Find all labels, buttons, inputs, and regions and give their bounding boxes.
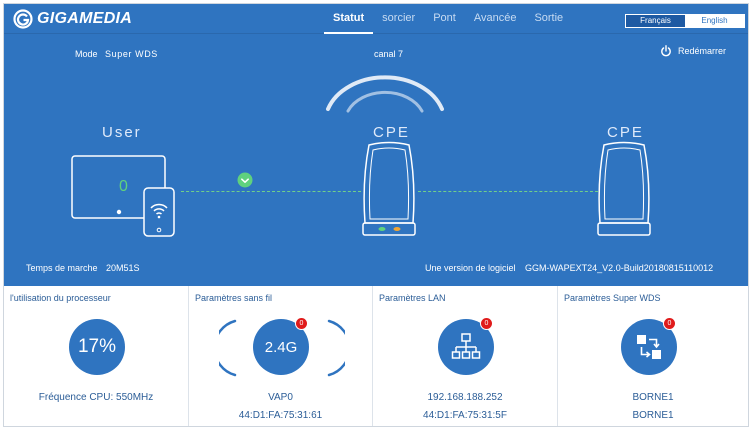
main-nav: Statut sorcier Pont Avancée Sortie [324, 4, 572, 34]
wds-peer-1: BORNE1 [632, 392, 674, 403]
panel-title: Paramètres sans fil [195, 293, 273, 303]
nav-pont[interactable]: Pont [424, 4, 465, 34]
lang-francais-button[interactable]: Français [626, 15, 685, 27]
cpu-usage-value: 17% [77, 336, 117, 357]
panel-title: Paramètres LAN [379, 293, 446, 303]
gigamedia-logo-icon [13, 9, 33, 29]
panel-title: Paramètres Super WDS [564, 293, 661, 303]
cpe-device-icon [362, 141, 416, 236]
nav-avancee[interactable]: Avancée [465, 4, 526, 34]
wds-peer-2: BORNE1 [632, 410, 674, 421]
uptime-value: 20M51S [106, 263, 140, 273]
status-area: Mode Super WDS canal 7 Redémarrer User C… [4, 35, 748, 285]
wireless-panel[interactable]: Paramètres sans fil 2.4G 0 VAP0 44:D1:FA… [189, 286, 373, 426]
mode-value: Super WDS [105, 49, 158, 59]
link-check-icon [237, 172, 253, 188]
cpu-usage-circle: 17% [69, 319, 125, 375]
channel-label: canal 7 [374, 49, 404, 59]
wireless-band: 2.4G [264, 338, 298, 356]
cpu-frequency: Fréquence CPU: 550MHz [38, 392, 154, 403]
wireless-vap: VAP0 [268, 392, 293, 403]
cpe-remote-device-icon [597, 141, 651, 236]
network-icon [451, 333, 481, 359]
signal-waves-icon [326, 75, 444, 113]
logo: GIGAMEDIA [13, 9, 132, 29]
wds-panel[interactable]: Paramètres Super WDS 0 BORNE1 BORNE1 [558, 286, 748, 426]
cpu-panel: l'utilisation du processeur 17% Fréquenc… [4, 286, 189, 426]
wds-badge: 0 [663, 317, 676, 330]
router-status-window: GIGAMEDIA Statut sorcier Pont Avancée So… [3, 3, 749, 427]
cpe-right-label: CPE [607, 124, 644, 141]
nav-statut[interactable]: Statut [324, 4, 374, 34]
info-panels: l'utilisation du processeur 17% Fréquenc… [4, 286, 748, 426]
panel-title: l'utilisation du processeur [10, 293, 111, 303]
software-version-value: GGM-WAPEXT24_V2.0-Build20180815110012 [525, 263, 714, 273]
lang-english-button[interactable]: English [685, 15, 744, 27]
link-line-right [418, 191, 598, 192]
wds-icon [637, 335, 661, 359]
tablet-wifi-icon [143, 187, 175, 237]
top-bar: GIGAMEDIA Statut sorcier Pont Avancée So… [4, 4, 748, 34]
mode-label: Mode [75, 49, 98, 59]
wireless-mac: 44:D1:FA:75:31:61 [238, 410, 323, 421]
wireless-badge: 0 [295, 317, 308, 330]
user-count: 0 [119, 178, 128, 195]
uptime-label: Temps de marche [26, 263, 98, 273]
cpe-center-label: CPE [373, 124, 410, 141]
software-version-label: Une version de logiciel [425, 263, 516, 273]
user-label: User [102, 124, 142, 141]
link-line-left [181, 191, 361, 192]
nav-sortie[interactable]: Sortie [525, 4, 572, 34]
nav-sorcier[interactable]: sorcier [373, 4, 424, 34]
logo-text: GIGAMEDIA [37, 10, 133, 27]
lan-mac: 44:D1:FA:75:31:5F [423, 410, 507, 421]
lan-ip: 192.168.188.252 [427, 392, 503, 403]
reboot-label: Redémarrer [677, 46, 726, 56]
reboot-button[interactable]: Redémarrer [660, 45, 726, 57]
lan-panel[interactable]: Paramètres LAN 0 192.168.188.252 44:D1:F… [373, 286, 558, 426]
power-icon [661, 45, 671, 57]
language-switch: Français English [625, 14, 745, 28]
lan-badge: 0 [480, 317, 493, 330]
